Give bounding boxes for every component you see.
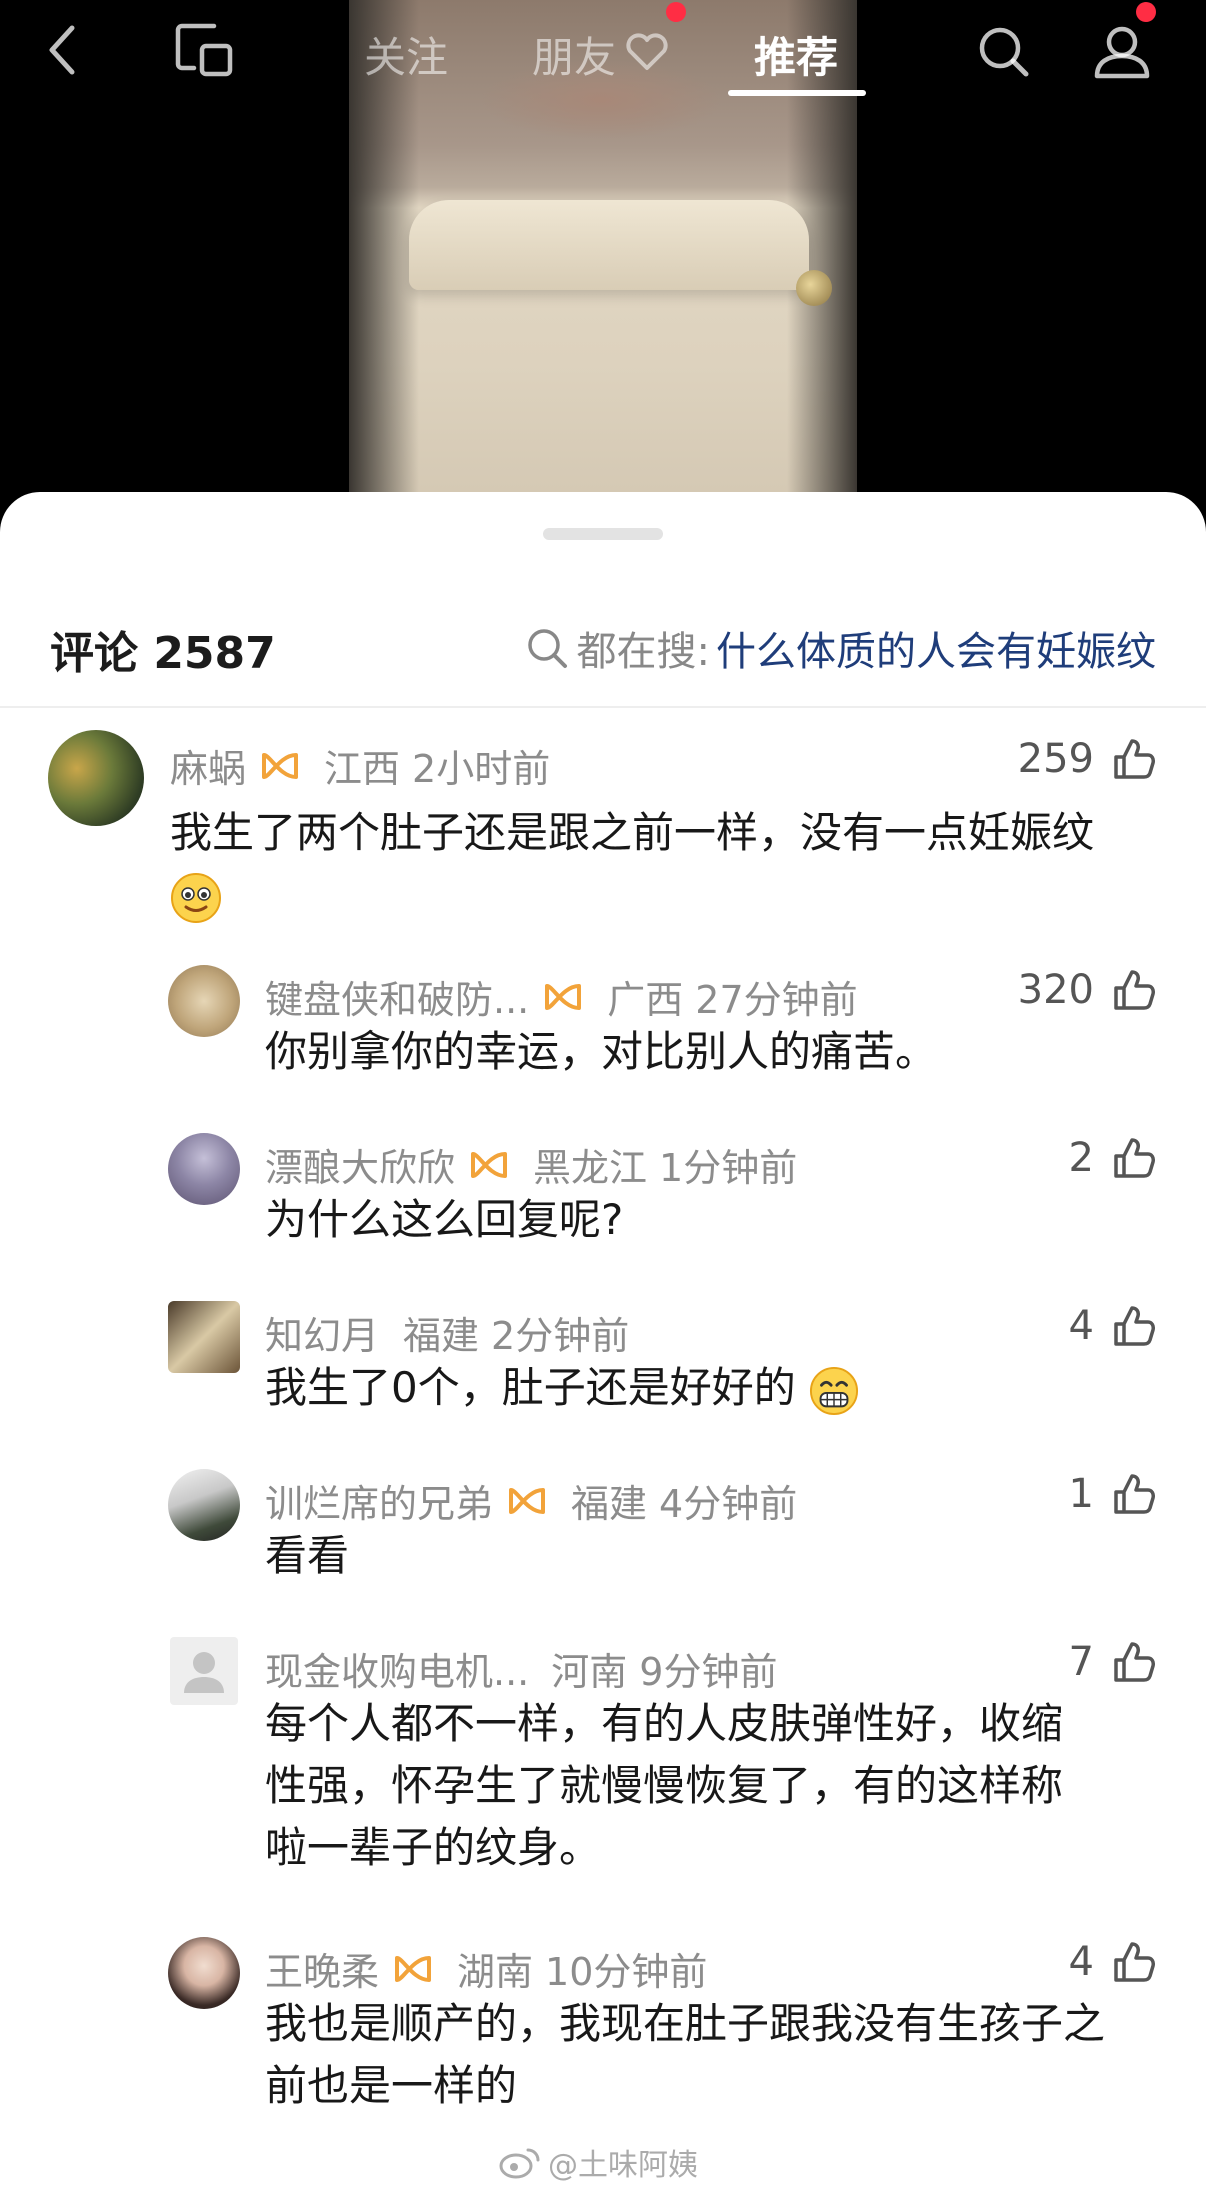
username[interactable]: 王晚柔: [265, 1941, 379, 1996]
reply-text: 我生了0个，肚子还是好好的: [265, 1357, 1165, 1419]
reply-text: 为什么这么回复呢?: [265, 1195, 624, 1244]
search-prefix: 都在搜:: [576, 629, 710, 675]
weibo-logo-icon: [499, 2148, 540, 2179]
watermark: @土味阿姨: [498, 2140, 698, 2184]
watermark-text: @土味阿姨: [548, 2148, 698, 2183]
location: 福建: [403, 1314, 480, 1358]
like-count: 2: [1068, 1135, 1094, 1181]
comment-count: 评论 2587: [50, 628, 276, 679]
avatar[interactable]: [168, 1133, 240, 1205]
reply-meta: 王晚柔 湖南 10分钟前: [265, 1941, 707, 1996]
timestamp: 10分钟前: [545, 1950, 708, 1994]
avatar[interactable]: [168, 1469, 240, 1541]
search-term[interactable]: 什么体质的人会有妊娠纹: [716, 619, 1156, 677]
user-icon[interactable]: [1092, 22, 1152, 80]
location: 福建: [571, 1482, 648, 1526]
tab-friends[interactable]: 朋友: [532, 24, 616, 85]
default-avatar-icon: [184, 1652, 224, 1693]
location: 江西: [324, 747, 401, 791]
fan-badge-icon: [509, 1487, 546, 1514]
like-button[interactable]: 4: [1069, 1939, 1156, 1985]
search-icon[interactable]: [976, 24, 1032, 80]
friends-notification-dot: [666, 2, 686, 22]
timestamp: 9分钟前: [639, 1650, 778, 1694]
tab-following[interactable]: 关注: [364, 24, 448, 85]
username[interactable]: 训烂席的兄弟: [265, 1473, 493, 1528]
avatar[interactable]: [168, 1937, 240, 2009]
thumbs-up-icon: [1114, 739, 1155, 779]
location: 河南: [551, 1650, 628, 1694]
like-count: 259: [1017, 736, 1094, 782]
thumbs-up-icon: [1114, 1942, 1155, 1982]
sheet-drag-handle[interactable]: [543, 528, 663, 540]
reply-meta: 现金收购电机... 河南 9分钟前: [265, 1641, 777, 1696]
thumbs-up-icon: [1114, 1306, 1155, 1346]
username[interactable]: 知幻月: [265, 1305, 379, 1360]
like-button[interactable]: 7: [1069, 1639, 1156, 1685]
reply-meta: 漂酿大欣欣 黑龙江 1分钟前: [265, 1137, 797, 1192]
username[interactable]: 漂酿大欣欣: [265, 1137, 455, 1192]
pants-button: [796, 270, 832, 306]
like-button[interactable]: 320: [1018, 967, 1156, 1013]
avatar[interactable]: [168, 965, 240, 1037]
reply-text: 每个人都不一样，有的人皮肤弹性好，收缩 性强，怀孕生了就慢慢恢复了，有的这样称 …: [265, 1699, 1064, 1872]
timestamp: 2小时前: [412, 747, 551, 791]
fan-badge-icon: [262, 752, 299, 779]
like-count: 7: [1068, 1639, 1094, 1685]
comment-header: 评论 2587 都在搜: 什么体质的人会有妊娠纹: [0, 592, 1206, 708]
location: 湖南: [457, 1950, 534, 1994]
location: 黑龙江: [533, 1146, 648, 1190]
reply-meta: 训烂席的兄弟 福建 4分钟前: [265, 1473, 797, 1528]
thumbs-up-icon: [1114, 1138, 1155, 1178]
screen-cast-icon[interactable]: [174, 20, 236, 80]
avatar[interactable]: [168, 1301, 240, 1373]
timestamp: 1分钟前: [659, 1146, 798, 1190]
search-icon: [527, 629, 567, 668]
username[interactable]: 麻蜗: [170, 738, 246, 793]
like-button[interactable]: 2: [1069, 1135, 1156, 1181]
timestamp: 4分钟前: [659, 1482, 798, 1526]
reply-text: 我也是顺产的，我现在肚子跟我没有生孩子之 前也是一样的: [265, 1999, 1106, 2110]
fan-badge-icon: [395, 1955, 432, 1982]
thumbs-up-icon: [1114, 1474, 1155, 1514]
heart-icon: [626, 33, 668, 70]
thumbs-up-icon: [1114, 970, 1155, 1010]
like-count: 320: [1017, 967, 1094, 1013]
chevron-left-icon[interactable]: [44, 22, 80, 78]
username[interactable]: 现金收购电机...: [265, 1641, 529, 1696]
comment-sheet: 评论 2587 都在搜: 什么体质的人会有妊娠纹 麻蜗 江西 2小时前 259 …: [0, 492, 1206, 2191]
top-nav: 关注 朋友 推荐: [0, 0, 1206, 100]
reply-meta: 键盘侠和破防... 广西 27分钟前: [265, 969, 858, 1024]
active-tab-indicator: [728, 90, 866, 96]
reply-text: 你别拿你的幸运，对比别人的痛苦。: [265, 1027, 938, 1076]
tab-recommended[interactable]: 推荐: [754, 24, 838, 85]
profile-notification-dot: [1136, 2, 1156, 22]
like-button[interactable]: 259: [1018, 736, 1156, 782]
thumbs-up-icon: [1114, 1642, 1155, 1682]
timestamp: 27分钟前: [695, 978, 858, 1022]
grin-emoji-icon: [810, 1366, 859, 1415]
timestamp: 2分钟前: [491, 1314, 630, 1358]
fan-badge-icon: [471, 1151, 508, 1178]
avatar[interactable]: [170, 1637, 238, 1705]
like-button[interactable]: 4: [1069, 1303, 1156, 1349]
like-count: 1: [1068, 1471, 1094, 1517]
comment-meta: 麻蜗 江西 2小时前: [170, 738, 550, 793]
like-button[interactable]: 1: [1069, 1471, 1156, 1517]
reply-meta: 知幻月 福建 2分钟前: [265, 1305, 629, 1360]
fan-badge-icon: [545, 983, 582, 1010]
username[interactable]: 键盘侠和破防...: [265, 969, 529, 1024]
avatar[interactable]: [48, 730, 144, 826]
comment-text: 我生了两个肚子还是跟之前一样，没有一点妊娠纹: [170, 802, 1160, 926]
search-suggestion[interactable]: 都在搜: 什么体质的人会有妊娠纹: [525, 619, 1156, 677]
smile-emoji-icon: [171, 872, 221, 923]
pants-waistband: [409, 200, 809, 290]
like-count: 4: [1068, 1939, 1094, 1985]
location: 广西: [607, 978, 684, 1022]
like-count: 4: [1068, 1303, 1094, 1349]
reply-text: 看看: [265, 1531, 350, 1580]
